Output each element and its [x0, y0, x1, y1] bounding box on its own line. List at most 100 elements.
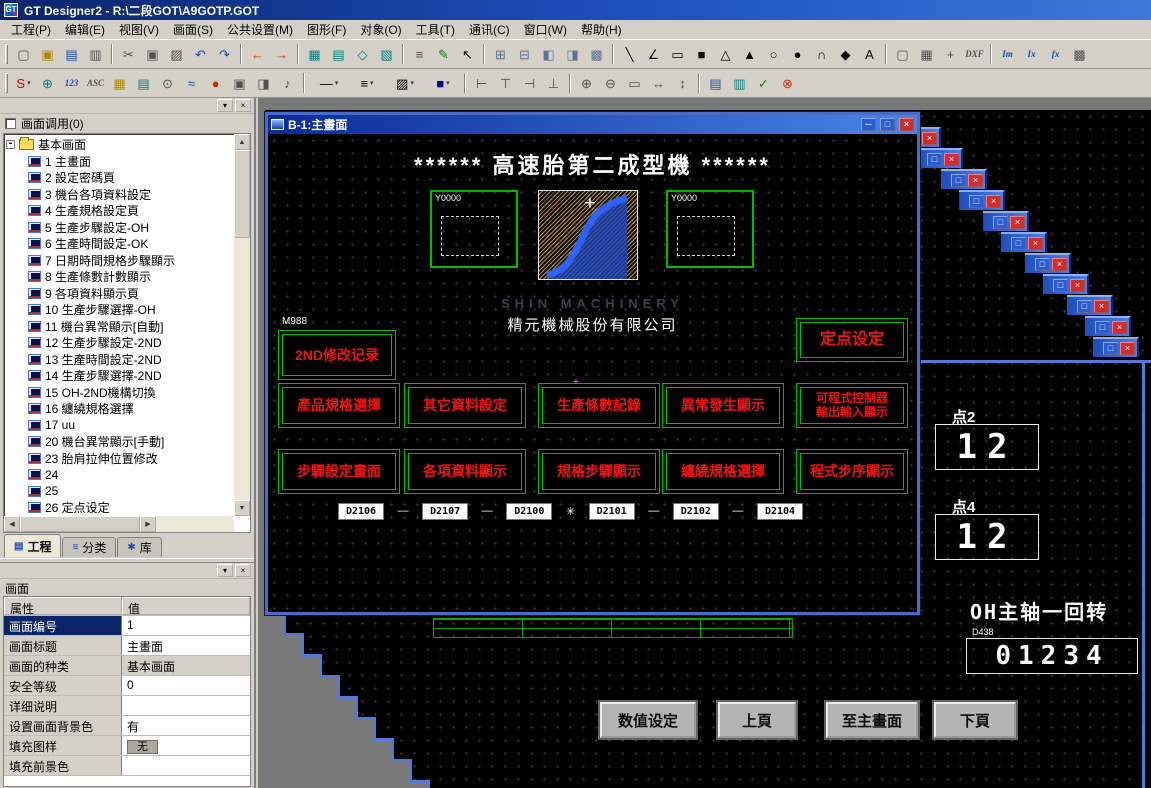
- date-display-icon[interactable]: ▦: [108, 72, 131, 94]
- close-button[interactable]: ×: [1070, 279, 1085, 292]
- tab-category[interactable]: ≡分类: [62, 537, 116, 557]
- tree-item-5[interactable]: 5 生產步驟設定-OH: [6, 219, 233, 236]
- menu-view[interactable]: 视图(V): [112, 19, 166, 40]
- close-tool-icon[interactable]: ⊗: [776, 72, 799, 94]
- connect-device-icon[interactable]: ⊕: [36, 72, 59, 94]
- tree-item-9[interactable]: 9 各項資料顯示頁: [6, 285, 233, 302]
- tree-horizontal-scrollbar[interactable]: ◀ ▶: [4, 516, 234, 532]
- tree-item-3[interactable]: 3 機台各項資料設定: [6, 186, 233, 203]
- screen-preview-icon[interactable]: ▢: [891, 43, 914, 65]
- cascade-window-title-bar[interactable]: □×: [983, 211, 1029, 231]
- title-bar[interactable]: GT GT Designer2 - R:\二段GOT\A9GOTP.GOT: [0, 0, 1151, 20]
- alarm-object-icon[interactable]: ♪: [276, 72, 299, 94]
- maximize-button[interactable]: □: [1011, 237, 1026, 250]
- tree-item-20[interactable]: 20 機台異常顯示[手動]: [6, 434, 233, 451]
- cascade-window-title-bar[interactable]: □×: [1093, 337, 1139, 357]
- device-address-box[interactable]: D2100: [506, 503, 552, 520]
- menu-figure[interactable]: 图形(F): [300, 19, 353, 40]
- close-button[interactable]: ×: [1052, 258, 1067, 271]
- property-value[interactable]: 1: [122, 616, 250, 635]
- numeric-display-icon[interactable]: 123: [60, 72, 83, 94]
- previous-screen-icon[interactable]: ←: [246, 43, 269, 65]
- tree-item-26[interactable]: 26 定点设定: [6, 500, 233, 516]
- touch-key-icon[interactable]: ▣: [228, 72, 251, 94]
- maximize-button[interactable]: □: [880, 118, 895, 131]
- print-icon[interactable]: ▥: [84, 43, 107, 65]
- menu-help[interactable]: 帮助(H): [574, 19, 629, 40]
- screen-menu-button-other-data-setting[interactable]: 其它資料設定: [404, 383, 526, 428]
- paste-icon[interactable]: ▨: [165, 43, 188, 65]
- device-address-box[interactable]: D2104: [757, 503, 803, 520]
- menu-common-settings[interactable]: 公共设置(M): [220, 19, 300, 40]
- tree-item-11[interactable]: 11 機台異常顯示[自動]: [6, 318, 233, 335]
- save-icon[interactable]: ▤: [60, 43, 83, 65]
- tree-root-basic-screens[interactable]: - 基本画面: [6, 136, 233, 153]
- maximize-button[interactable]: □: [1035, 258, 1050, 271]
- maximize-button[interactable]: □: [951, 174, 966, 187]
- prev-page-button[interactable]: 上頁: [718, 702, 796, 738]
- point2-numeric-display[interactable]: 12: [935, 424, 1039, 470]
- close-button[interactable]: ×: [922, 132, 937, 145]
- screen-canvas[interactable]: ****** 高速胎第二成型機 ****** Y0000 Y0000: [268, 134, 917, 612]
- cascade-window-title-bar[interactable]: □×: [959, 190, 1005, 210]
- tree-item-24[interactable]: 24: [6, 467, 233, 484]
- tree-item-1[interactable]: 1 主畫面: [6, 153, 233, 170]
- fill-color-icon[interactable]: ■▾: [426, 72, 460, 94]
- draw-polyline-icon[interactable]: ∠: [642, 43, 665, 65]
- menu-edit[interactable]: 编辑(E): [58, 19, 112, 40]
- tree-item-2[interactable]: 2 設定密碼頁: [6, 170, 233, 187]
- zoom-fit-icon[interactable]: ▭: [623, 72, 646, 94]
- redo-icon[interactable]: ↷: [213, 43, 236, 65]
- screen-property-icon[interactable]: ▧: [375, 43, 398, 65]
- screen-menu-button-step-setting-screen[interactable]: 步驟設定畫面: [278, 449, 400, 494]
- next-page-button[interactable]: 下頁: [934, 702, 1016, 738]
- s-tool-icon[interactable]: S▾: [12, 72, 35, 94]
- draw-line-icon[interactable]: ╲: [618, 43, 641, 65]
- lamp-object-right[interactable]: Y0000: [666, 190, 754, 268]
- split-horizontal-icon[interactable]: ◨: [561, 43, 584, 65]
- tree-item-17[interactable]: 17 uu: [6, 417, 233, 434]
- dxf-import-icon[interactable]: DXF: [963, 43, 986, 65]
- screen-menu-button-spec-step-display[interactable]: 規格步驟顯示: [538, 449, 660, 494]
- tree-item-15[interactable]: 15 OH-2ND機構切換: [6, 384, 233, 401]
- layer-im-icon[interactable]: Im: [996, 43, 1019, 65]
- maximize-button[interactable]: □: [1095, 321, 1110, 334]
- next-screen-icon[interactable]: →: [270, 43, 293, 65]
- screen-menu-button-error-display[interactable]: 異常發生顯示: [662, 383, 784, 428]
- copy-icon[interactable]: ▣: [141, 43, 164, 65]
- screen-menu-button-product-spec-select[interactable]: 產品規格選擇: [278, 383, 400, 428]
- object-list-icon[interactable]: ▤: [704, 72, 727, 94]
- maximize-button[interactable]: □: [993, 216, 1008, 229]
- screen-menu-button-data-display[interactable]: 各項資料顯示: [404, 449, 526, 494]
- new-icon[interactable]: ▢: [12, 43, 35, 65]
- close-button[interactable]: ×: [986, 195, 1001, 208]
- panel-close-button[interactable]: ×: [235, 99, 251, 112]
- scrollbar-thumb[interactable]: [234, 150, 250, 238]
- scroll-right-icon[interactable]: ▶: [140, 516, 156, 532]
- menu-tools[interactable]: 工具(T): [409, 19, 462, 40]
- tree-item-8[interactable]: 8 生產條數計數顯示: [6, 269, 233, 286]
- screen-menu-button-program-step-display[interactable]: 程式步序顯示: [796, 449, 908, 494]
- grid-toggle-icon[interactable]: ▦: [915, 43, 938, 65]
- maximize-button[interactable]: □: [1103, 342, 1118, 355]
- screen-menu-button-winding-spec-select[interactable]: 纏繞規格選擇: [662, 449, 784, 494]
- maximize-button[interactable]: □: [1077, 300, 1092, 313]
- screen-menu-button-plc-io-display[interactable]: 可程式控制器 輸出輸入顯示: [796, 383, 908, 428]
- draw-polygon-icon[interactable]: △: [714, 43, 737, 65]
- window-overlap-icon[interactable]: ▩: [585, 43, 608, 65]
- tree-expander-icon[interactable]: -: [6, 140, 15, 149]
- property-value[interactable]: [122, 756, 250, 775]
- tree-item-16[interactable]: 16 纏繞規格選擇: [6, 401, 233, 418]
- device-address-box[interactable]: D2101: [589, 503, 635, 520]
- panel-dropdown-button[interactable]: ▾: [217, 564, 233, 577]
- workspace-icon[interactable]: ≡: [408, 43, 431, 65]
- screen-image-icon[interactable]: ▦: [303, 43, 326, 65]
- screen-new-icon[interactable]: ◇: [351, 43, 374, 65]
- cascade-window-title-bar[interactable]: □×: [1025, 253, 1071, 273]
- align-top-icon[interactable]: ⊤: [494, 72, 517, 94]
- menu-screen[interactable]: 画面(S): [166, 19, 220, 40]
- tree-item-4[interactable]: 4 生產規格設定頁: [6, 203, 233, 220]
- maximize-button[interactable]: □: [969, 195, 984, 208]
- lamp-object-left[interactable]: Y0000: [430, 190, 518, 268]
- draw-scale-icon[interactable]: ◆: [834, 43, 857, 65]
